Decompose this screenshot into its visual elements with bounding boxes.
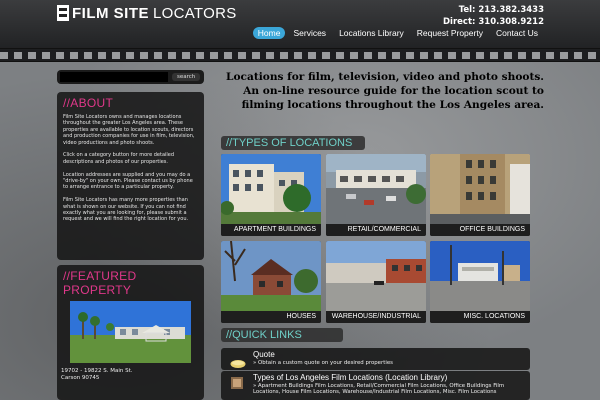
featured-address-line2: Carson 90745 <box>61 375 100 382</box>
houses-photo <box>221 241 321 311</box>
nav-request-property[interactable]: Request Property <box>412 27 488 39</box>
tile-caption: MISC. LOCATIONS <box>430 311 530 323</box>
phone-tel: Tel: 213.382.3433 <box>458 5 544 15</box>
types-of-locations-heading: //TYPES OF LOCATIONS <box>221 136 365 150</box>
headline-line2: An on-line resource guide for the locati… <box>241 85 544 112</box>
contact-info: Tel: 213.382.3433 Direct: 310.308.9212 <box>443 4 544 28</box>
quick-link-title: Types of Los Angeles Film Locations (Loc… <box>253 373 448 382</box>
tile-caption: APARTMENT BUILDINGS <box>221 224 321 236</box>
warehouse-industrial-photo <box>326 241 426 311</box>
search-input[interactable] <box>60 72 168 82</box>
film-logo-icon <box>57 5 69 21</box>
search-bar: search <box>57 70 204 84</box>
tile-apartment-buildings[interactable]: APARTMENT BUILDINGS <box>221 154 321 236</box>
misc-locations-photo <box>430 241 530 311</box>
quote-icon <box>230 354 246 368</box>
tile-office-buildings[interactable]: OFFICE BUILDINGS <box>430 154 530 236</box>
about-paragraph: Click on a category button for more deta… <box>63 152 175 165</box>
quick-link-title: Quote <box>253 350 275 359</box>
headline-line1: Locations for film, television, video an… <box>226 71 544 83</box>
about-paragraph: Film Site Locators has many more propert… <box>63 197 189 223</box>
about-panel: //ABOUT Film Site Locators owns and mana… <box>57 92 204 260</box>
featured-address: 19702 - 19822 S. Main St. Carson 90745 <box>61 363 200 382</box>
tile-retail-commercial[interactable]: RETAIL/COMMERCIAL <box>326 154 426 236</box>
quick-link-description: » Obtain a custom quote on your desired … <box>253 360 393 366</box>
tile-warehouse-industrial[interactable]: WAREHOUSE/INDUSTRIAL <box>326 241 426 323</box>
about-text: Film Site Locators owns and manages loca… <box>61 110 200 223</box>
tile-caption: OFFICE BUILDINGS <box>430 224 530 236</box>
nav-services[interactable]: Services <box>288 27 331 39</box>
page-headline: Locations for film, television, video an… <box>222 70 544 113</box>
about-paragraph: Film Site Locators owns and manages loca… <box>63 114 195 146</box>
retail-commercial-photo <box>326 154 426 224</box>
about-paragraph: Location addresses are supplied and you … <box>63 171 193 191</box>
nav-home[interactable]: Home <box>252 27 286 39</box>
logo-film-text: FILM SITE <box>72 4 149 22</box>
featured-title: //FEATURED PROPERTY <box>63 269 137 297</box>
location-library-icon <box>230 375 244 389</box>
featured-panel: //FEATURED PROPERTY 19702 - 19822 S. Mai… <box>57 265 204 400</box>
featured-address-line1: 19702 - 19822 S. Main St. <box>61 368 133 374</box>
film-strip-divider <box>0 48 600 62</box>
tile-caption: HOUSES <box>221 311 321 323</box>
search-button[interactable]: search <box>172 73 201 81</box>
tile-houses[interactable]: HOUSES <box>221 241 321 323</box>
nav-locations-library[interactable]: Locations Library <box>334 27 409 39</box>
apartment-buildings-photo <box>221 154 321 224</box>
quick-link-quote[interactable]: Quote » Obtain a custom quote on your de… <box>221 348 530 370</box>
main-nav: Home Services Locations Library Request … <box>252 27 543 39</box>
tile-misc-locations[interactable]: MISC. LOCATIONS <box>430 241 530 323</box>
quick-link-description: » Apartment Buildings Film Locations, Re… <box>253 383 505 396</box>
quick-links-heading: //QUICK LINKS <box>221 328 343 342</box>
office-buildings-photo <box>430 154 530 224</box>
quick-link-location-library[interactable]: Types of Los Angeles Film Locations (Loc… <box>221 371 530 400</box>
tile-caption: WAREHOUSE/INDUSTRIAL <box>326 311 426 323</box>
logo-locators-text: LOCATORS <box>153 4 237 22</box>
site-logo[interactable]: FILM SITE LOCATORS <box>57 4 237 22</box>
featured-property-photo[interactable] <box>70 301 191 363</box>
about-title: //ABOUT <box>63 96 114 110</box>
tile-caption: RETAIL/COMMERCIAL <box>326 224 426 236</box>
nav-contact-us[interactable]: Contact Us <box>491 27 543 39</box>
